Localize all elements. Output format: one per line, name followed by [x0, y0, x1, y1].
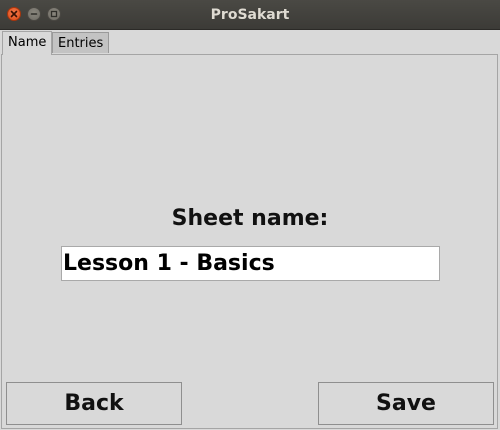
tab-entries[interactable]: Entries [52, 32, 110, 53]
back-button[interactable]: Back [6, 382, 182, 425]
save-button[interactable]: Save [318, 382, 494, 425]
sheet-name-label: Sheet name: [171, 206, 329, 231]
app-window: ProSakart Name Entries Sheet name: Back … [0, 0, 500, 430]
tab-panel [1, 54, 498, 429]
window-title: ProSakart [210, 7, 290, 23]
sheet-name-input[interactable] [61, 246, 440, 281]
title-bar[interactable]: ProSakart [0, 0, 500, 30]
tab-bar: Name Entries [0, 30, 500, 55]
tab-name[interactable]: Name [2, 31, 53, 55]
